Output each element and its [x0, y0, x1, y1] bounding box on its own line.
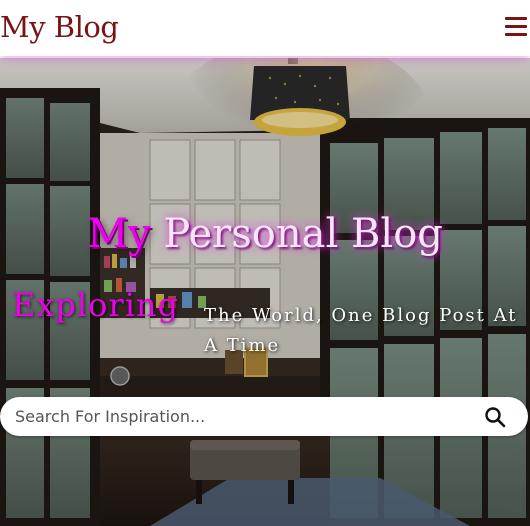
brand-logo[interactable]: My Blog [0, 8, 119, 46]
hero-title-rest: Personal Blog [150, 211, 443, 257]
search-bar [0, 397, 528, 436]
hamburger-menu-icon[interactable] [505, 17, 527, 37]
navbar: My Blog [0, 0, 530, 56]
hero-tagline-accent: Exploring [12, 286, 180, 324]
hero-tagline-rest: The World, One Blog Post At A Time [204, 305, 518, 356]
search-input[interactable] [15, 397, 455, 436]
hero-section: My Personal Blog Exploring The World, On… [0, 58, 530, 526]
hero-title-accent: My [87, 211, 151, 257]
hero-title: My Personal Blog [0, 208, 530, 260]
search-icon[interactable] [484, 406, 506, 428]
